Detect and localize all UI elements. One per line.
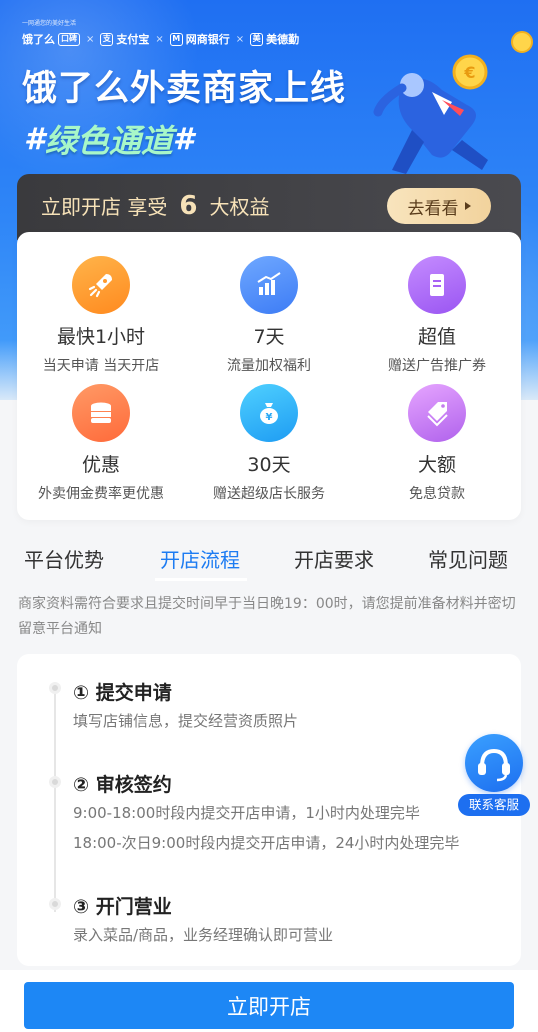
rocket-icon — [72, 256, 130, 314]
tab-platform-advantages[interactable]: 平台优势 — [24, 544, 104, 573]
mybank-logo: M 网商银行 — [169, 31, 230, 47]
coin-stack-icon — [72, 384, 130, 442]
alipay-logo: 支 支付宝 — [100, 31, 149, 47]
alipay-icon: 支 — [100, 32, 114, 46]
benefit-count: 6 — [179, 191, 198, 221]
bar-chart-icon — [240, 256, 298, 314]
step-desc: 9:00-18:00时段内提交开店申请，1小时内处理完毕 — [73, 804, 420, 822]
coupon-icon — [408, 256, 466, 314]
meideqin-icon: 美 — [250, 32, 264, 46]
tab-requirements[interactable]: 开店要求 — [294, 544, 374, 573]
step-desc: 18:00-次日9:00时段内提交开店申请，24小时内处理完毕 — [73, 834, 460, 852]
benefits-card: 最快1小时 当天申请 当天开店 7天 流量加权福利 超值 赠送广告推广券 优惠 … — [17, 232, 521, 520]
meideqin-logo: 美 美德勤 — [250, 31, 299, 47]
benefit-traffic: 7天 流量加权福利 — [185, 256, 353, 375]
tab-faq[interactable]: 常见问题 — [428, 544, 508, 573]
promo-text: 立即开店 享受 6 大权益 — [41, 191, 270, 221]
step-dot — [49, 776, 61, 788]
headset-icon — [465, 734, 523, 792]
svg-text:¥: ¥ — [266, 412, 273, 423]
tab-open-process[interactable]: 开店流程 — [160, 544, 240, 573]
active-tab-indicator — [155, 578, 247, 581]
play-arrow-icon — [464, 202, 471, 210]
step-dot — [49, 898, 61, 910]
money-bag-icon: ¥ — [240, 384, 298, 442]
hero-title: 饿了么外卖商家上线 — [22, 69, 347, 109]
green-channel-text: 绿色通道 — [44, 122, 173, 160]
step-title: ③ 开门营业 — [73, 896, 172, 918]
section-tabs: 平台优势 开店流程 开店要求 常见问题 — [0, 540, 538, 584]
partner-logos: 饿了么 口碑 × 支 支付宝 × M 网商银行 × 美 美德勤 — [22, 31, 300, 47]
notice-text: 商家资料需符合要求且提交时间早于当日晚19：00时，请您提前准备材料并密切留意平… — [18, 596, 516, 637]
hero-subtitle: # 绿色通道 # — [24, 116, 194, 162]
benefit-loan: 大额 免息贷款 — [353, 384, 521, 503]
benefit-super-manager: ¥ 30天 赠送超级店长服务 — [185, 384, 353, 503]
mascot-illustration: € — [373, 31, 533, 174]
bottom-bar: 立即开店 — [0, 970, 538, 1032]
view-benefits-button[interactable]: 去看看 — [387, 188, 491, 224]
promo-banner: 立即开店 享受 6 大权益 去看看 — [17, 174, 521, 240]
step-desc: 填写店铺信息，提交经营资质照片 — [73, 712, 299, 730]
benefit-ad-coupon: 超值 赠送广告推广券 — [353, 256, 521, 375]
step-desc: 录入菜品/商品，业务经理确认即可营业 — [73, 926, 334, 944]
tag-icon — [408, 384, 466, 442]
koubei-badge: 口碑 — [58, 32, 80, 46]
open-store-button[interactable]: 立即开店 — [24, 982, 514, 1029]
svg-text:€: € — [463, 63, 475, 82]
timeline-line — [54, 688, 56, 912]
step-dot — [49, 682, 61, 694]
eleme-logo: 饿了么 口碑 — [22, 31, 80, 47]
mybank-icon: M — [169, 32, 183, 46]
step-title: ① 提交申请 — [73, 682, 172, 704]
process-card: ① 提交申请 填写店铺信息，提交经营资质照片 ② 审核签约 9:00-18:00… — [17, 654, 521, 966]
benefit-commission: 优惠 外卖佣金费率更优惠 — [17, 384, 185, 503]
step-title: ② 审核签约 — [73, 774, 172, 796]
benefit-fast-open: 最快1小时 当天申请 当天开店 — [17, 256, 185, 375]
contact-service-button[interactable]: 联系客服 — [458, 734, 530, 818]
